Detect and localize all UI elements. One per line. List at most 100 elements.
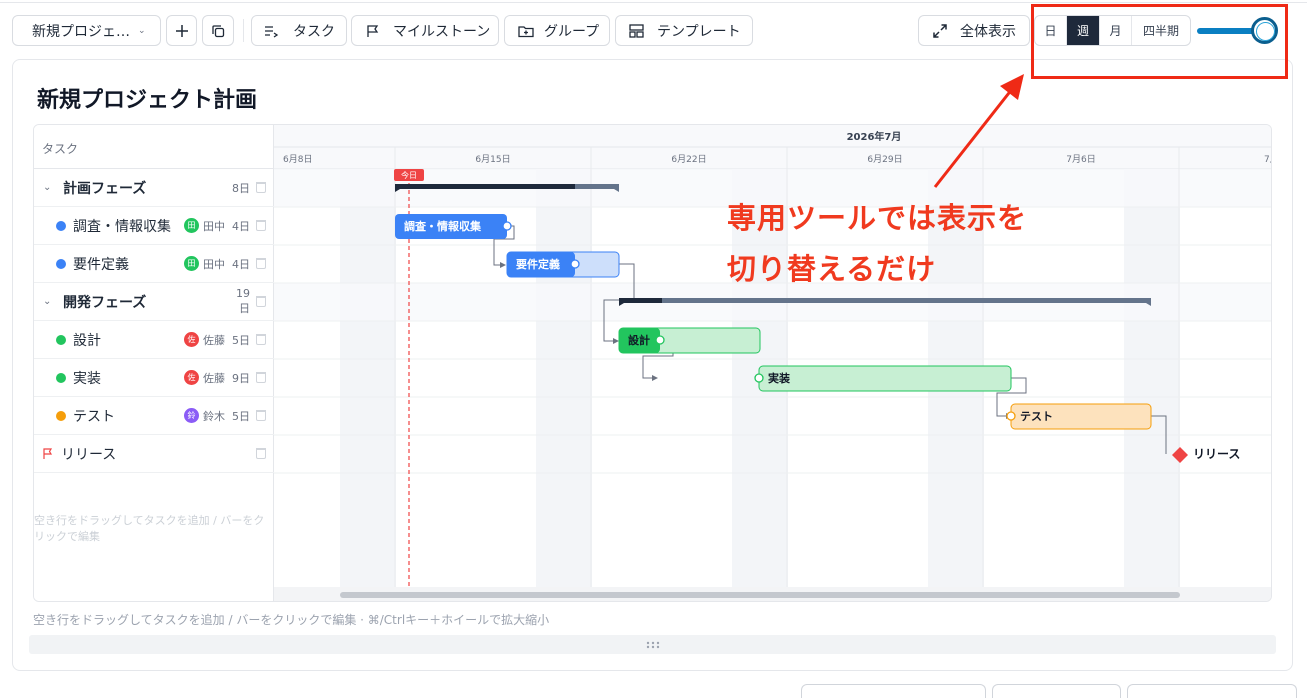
annotation-line-1: 専用ツールでは表示を bbox=[727, 201, 1028, 235]
bottom-button[interactable] bbox=[801, 684, 986, 698]
add-project-button[interactable] bbox=[166, 15, 197, 46]
empty-row-hint: 空き行をドラッグしてタスクを追加 / バーをクリックで編集 bbox=[34, 514, 265, 543]
chevron-down-icon[interactable]: ⌄ bbox=[43, 182, 55, 193]
task-duration: 8日 bbox=[232, 181, 250, 195]
toolbar-divider bbox=[243, 19, 244, 42]
bar-label: 要件定義 bbox=[516, 257, 560, 271]
task-row[interactable]: 調査・情報収集 田 田中 4日 bbox=[34, 207, 274, 245]
task-name: テスト bbox=[73, 408, 115, 425]
trash-icon[interactable] bbox=[256, 258, 266, 269]
bar-label: テスト bbox=[1020, 410, 1053, 423]
color-dot bbox=[56, 410, 66, 421]
task-name: リリース bbox=[61, 446, 117, 463]
annotation-line-2: 切り替えるだけ bbox=[727, 252, 937, 286]
avatar: 佐 bbox=[184, 332, 199, 347]
fit-all-button[interactable]: 全体表示 bbox=[918, 15, 1030, 46]
copy-project-button[interactable] bbox=[202, 15, 234, 46]
task-duration: 4日 bbox=[232, 219, 250, 233]
task-row[interactable]: 要件定義 田 田中 4日 bbox=[34, 245, 274, 283]
bottom-button[interactable] bbox=[992, 684, 1121, 698]
chevron-down-icon[interactable]: ⌄ bbox=[43, 296, 55, 307]
annotation-arrow bbox=[933, 74, 1024, 188]
bar-label: 設計 bbox=[628, 333, 650, 347]
color-dot bbox=[56, 334, 66, 345]
assignee: 田中 bbox=[203, 219, 225, 233]
trash-icon[interactable] bbox=[256, 296, 266, 307]
week-label: 6月15日 bbox=[475, 154, 510, 165]
task-bar-implementation[interactable]: 実装 bbox=[754, 365, 1012, 392]
task-bar-requirements[interactable]: 要件定義 bbox=[506, 251, 620, 278]
add-task-button[interactable]: タスク bbox=[251, 15, 347, 46]
milestone-release[interactable]: リリース bbox=[1172, 447, 1240, 463]
week-label: 6月22日 bbox=[671, 154, 706, 165]
template-icon bbox=[629, 23, 644, 38]
task-name: 設計 bbox=[73, 332, 101, 349]
task-name: 実装 bbox=[73, 370, 101, 387]
folder-plus-icon bbox=[518, 25, 534, 37]
trash-icon[interactable] bbox=[256, 334, 266, 345]
trash-icon[interactable] bbox=[256, 220, 266, 231]
bar-label: 実装 bbox=[768, 371, 790, 385]
flag-icon bbox=[43, 447, 53, 459]
assignee: 佐藤 bbox=[203, 333, 225, 347]
project-select-label: 新規プロジェ… bbox=[32, 23, 130, 40]
bottom-button[interactable] bbox=[1127, 684, 1297, 698]
copy-icon bbox=[212, 24, 225, 37]
fit-all-label: 全体表示 bbox=[960, 23, 1016, 40]
task-duration: 5日 bbox=[232, 333, 250, 347]
color-dot bbox=[56, 220, 66, 231]
top-divider bbox=[0, 2, 1307, 3]
scrollbar-thumb[interactable] bbox=[340, 592, 1180, 598]
task-bar-design[interactable]: 設計 bbox=[618, 327, 761, 354]
resize-handle[interactable] bbox=[29, 635, 1276, 654]
add-task-label: タスク bbox=[293, 23, 335, 40]
task-list: タスク ⌄ 計画フェーズ 8日 調査・情報収集 田 田中 4日 要件定義 田 田… bbox=[34, 125, 274, 601]
avatar: 佐 bbox=[184, 370, 199, 385]
task-bar-test[interactable]: テスト bbox=[1006, 403, 1152, 430]
add-milestone-label: マイルストーン bbox=[393, 23, 491, 40]
task-row-group-planning[interactable]: ⌄ 計画フェーズ 8日 bbox=[34, 169, 274, 207]
add-group-label: グループ bbox=[544, 23, 600, 40]
expand-icon bbox=[933, 23, 947, 38]
avatar: 田 bbox=[184, 218, 199, 233]
avatar: 田 bbox=[184, 256, 199, 271]
bar-label: 調査・情報収集 bbox=[404, 219, 482, 233]
template-label: テンプレート bbox=[657, 23, 741, 40]
task-row-milestone[interactable]: リリース bbox=[34, 435, 274, 473]
template-button[interactable]: テンプレート bbox=[615, 15, 753, 46]
grip-icon bbox=[646, 641, 659, 648]
link-handle[interactable] bbox=[502, 221, 512, 231]
color-dot bbox=[56, 372, 66, 383]
trash-icon[interactable] bbox=[256, 182, 266, 193]
footer-hint: 空き行をドラッグしてタスクを追加 / バーをクリックで編集 · ⌘/Ctrlキー… bbox=[33, 613, 550, 627]
add-milestone-button[interactable]: マイルストーン bbox=[351, 15, 499, 46]
add-group-button[interactable]: グループ bbox=[504, 15, 610, 46]
today-label: 今日 bbox=[401, 170, 417, 180]
task-bar-research[interactable]: 調査・情報収集 bbox=[395, 214, 512, 239]
task-row[interactable]: 実装 佐 佐藤 9日 bbox=[34, 359, 274, 397]
gantt-chart: タスク ⌄ 計画フェーズ 8日 調査・情報収集 田 田中 4日 要件定義 田 田… bbox=[33, 124, 1272, 602]
task-row[interactable]: 設計 佐 佐藤 5日 bbox=[34, 321, 274, 359]
link-handle[interactable] bbox=[1006, 411, 1016, 421]
task-name: 開発フェーズ bbox=[63, 294, 147, 311]
task-row[interactable]: テスト 鈴 鈴木 5日 bbox=[34, 397, 274, 435]
week-label: 6月8日 bbox=[283, 154, 312, 165]
add-task-icon bbox=[265, 25, 279, 38]
assignee: 田中 bbox=[203, 257, 225, 271]
link-handle[interactable] bbox=[570, 259, 580, 269]
assignee: 佐藤 bbox=[203, 371, 225, 385]
color-dot bbox=[56, 258, 66, 269]
task-name: 調査・情報収集 bbox=[73, 218, 171, 235]
task-row-group-dev[interactable]: ⌄ 開発フェーズ 19日 bbox=[34, 283, 274, 321]
link-handle[interactable] bbox=[754, 373, 764, 383]
task-duration: 9日 bbox=[232, 371, 250, 385]
link-handle[interactable] bbox=[655, 335, 665, 345]
trash-icon[interactable] bbox=[256, 372, 266, 383]
trash-icon[interactable] bbox=[256, 410, 266, 421]
task-name: 計画フェーズ bbox=[63, 180, 147, 197]
page-title: 新規プロジェクト計画 bbox=[37, 88, 258, 113]
project-select[interactable]: 新規プロジェ… ⌄ bbox=[12, 15, 161, 46]
milestone-label: リリース bbox=[1193, 447, 1240, 461]
task-duration: 4日 bbox=[232, 257, 250, 271]
trash-icon[interactable] bbox=[256, 448, 266, 459]
